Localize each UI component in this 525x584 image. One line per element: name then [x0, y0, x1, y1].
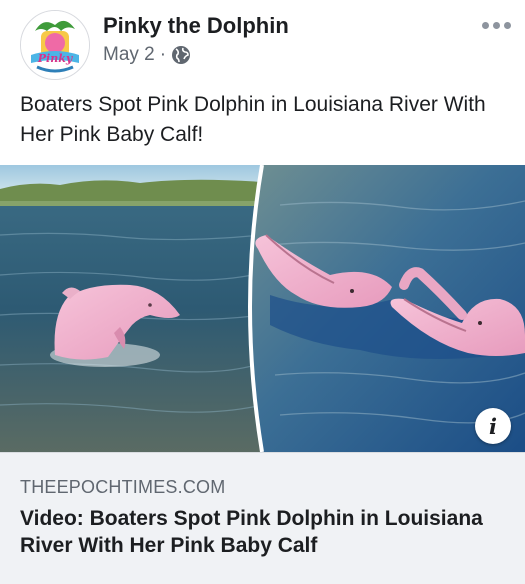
more-dot: [482, 22, 489, 29]
post-meta: May 2 ·: [103, 44, 191, 66]
page-avatar[interactable]: Pinky: [20, 10, 90, 80]
post-date[interactable]: May 2: [103, 44, 155, 66]
author-name[interactable]: Pinky the Dolphin: [103, 13, 289, 39]
link-preview[interactable]: THEEPOCHTIMES.COM Video: Boaters Spot Pi…: [0, 452, 525, 584]
more-dot: [504, 22, 511, 29]
more-options-icon[interactable]: [482, 22, 511, 29]
post-header: Pinky Pinky the Dolphin May 2 ·: [0, 0, 525, 80]
avatar-logo: Pinky: [21, 11, 89, 79]
info-icon[interactable]: i: [475, 408, 511, 444]
avatar-logo-text: Pinky: [37, 52, 74, 65]
post-caption: Boaters Spot Pink Dolphin in Louisiana R…: [20, 93, 486, 146]
more-dot: [493, 22, 500, 29]
link-preview-image[interactable]: i: [0, 165, 525, 452]
meta-separator: ·: [159, 44, 167, 65]
link-domain: THEEPOCHTIMES.COM: [20, 477, 226, 497]
dolphin-photo: [0, 165, 525, 452]
link-headline[interactable]: Video: Boaters Spot Pink Dolphin in Loui…: [20, 505, 510, 559]
globe-icon[interactable]: [171, 45, 191, 65]
